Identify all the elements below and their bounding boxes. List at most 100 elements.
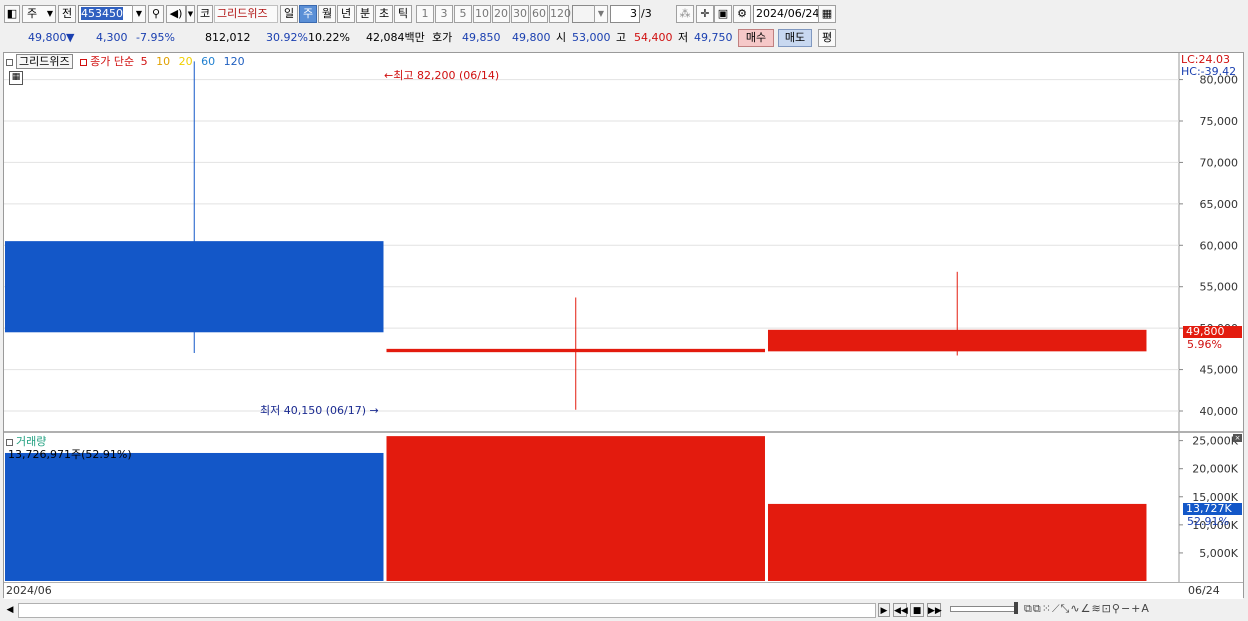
fib-tool-icon[interactable]: ≋ — [1091, 602, 1101, 615]
zoom-slider-handle[interactable] — [1014, 602, 1018, 614]
rewind-button[interactable]: ◀◀ — [893, 603, 908, 617]
period-second[interactable]: 초 — [375, 5, 393, 23]
footer-left-date: 2024/06 — [6, 584, 52, 597]
date-input[interactable]: 2024/06/24 — [753, 5, 819, 23]
open-label: 시 — [556, 31, 567, 44]
volume-tag: 13,727K — [1183, 503, 1242, 515]
overlay-icon[interactable]: ⧉ — [1033, 602, 1042, 615]
interval-60[interactable]: 60 — [530, 5, 548, 23]
candle-body — [5, 241, 384, 333]
buy-button[interactable]: 매수 — [738, 29, 774, 47]
hc-label: HC:-39.42 — [1181, 65, 1237, 78]
avg-button[interactable]: 평 — [818, 29, 836, 47]
high-label: 고 — [616, 31, 627, 44]
price-chart[interactable]: 80,00075,00070,00065,00060,00055,00050,0… — [4, 53, 1243, 431]
horizontal-scrollbar[interactable] — [18, 603, 876, 618]
volume-chart[interactable]: 25,000K20,000K15,000K10,000K5,000K — [4, 433, 1243, 582]
price-tick-label: 55,000 — [1200, 281, 1239, 294]
interval-custom-dropdown[interactable]: ▼ — [594, 5, 608, 23]
high-annotation: ←최고 82,200 (06/14) — [384, 67, 499, 83]
scroll-left-button[interactable]: ◀ — [4, 603, 16, 617]
footer-right-date: 06/24 — [1188, 584, 1220, 597]
low-note-text: 최저 40,150 (06/17) — [260, 404, 367, 417]
plus-icon[interactable]: + — [1131, 602, 1141, 615]
type-select[interactable]: 주 ▼ — [22, 5, 56, 23]
high-note-text: 최고 82,200 (06/14) — [393, 69, 500, 82]
zoom-icon[interactable]: ⚲ — [1112, 602, 1121, 615]
layout-tools: ⧉⧉⁙⟋⤡∿∠≋⊡⚲−+A — [1024, 602, 1150, 616]
interval-1[interactable]: 1 — [416, 5, 434, 23]
ma-label[interactable]: 종가 단순 — [90, 55, 134, 68]
market-label: 코 — [197, 5, 213, 23]
volume-tick-label: 5,000K — [1199, 547, 1238, 560]
price-pct-tag: 5.96% — [1187, 338, 1222, 351]
scroll-right-button[interactable]: ▶ — [878, 603, 890, 617]
quote-bid: 49,850 — [462, 31, 501, 44]
gear-icon[interactable]: ⚙ — [733, 5, 751, 23]
text-tool-icon[interactable]: A — [1141, 602, 1150, 615]
search-icon[interactable]: ⚲ — [148, 5, 164, 23]
table-icon[interactable]: ▦ — [9, 71, 23, 85]
stop-button[interactable]: ■ — [910, 603, 924, 617]
compare-icon[interactable]: ⁂ — [676, 5, 694, 23]
arrow-left-icon: ← — [384, 69, 394, 82]
period-week[interactable]: 주 — [299, 5, 317, 23]
prev-button[interactable]: 전 — [58, 5, 76, 23]
zoom-slider[interactable] — [950, 606, 1018, 612]
interval-3[interactable]: 3 — [435, 5, 453, 23]
volume-pct-tag: 52.91% — [1187, 515, 1229, 528]
save-icon[interactable]: ▣ — [714, 5, 732, 23]
angle-tool-icon[interactable]: ∠ — [1081, 602, 1092, 615]
period-year[interactable]: 년 — [337, 5, 355, 23]
page-count-input[interactable]: 3 — [610, 5, 640, 23]
interval-120[interactable]: 120 — [549, 5, 571, 23]
minus-icon[interactable]: − — [1121, 602, 1131, 615]
price-tick-label: 70,000 — [1200, 156, 1239, 169]
type-label: 주 — [27, 7, 38, 20]
period-day[interactable]: 일 — [280, 5, 298, 23]
trend-tool-icon[interactable]: ⤡ — [1061, 602, 1071, 615]
quote-turnover: 10.22% — [308, 31, 350, 44]
period-tick[interactable]: 틱 — [394, 5, 412, 23]
window-icon[interactable]: ◧ — [4, 5, 20, 23]
fast-forward-button[interactable]: ▶▶ — [927, 603, 942, 617]
price-tick-label: 45,000 — [1200, 364, 1239, 377]
period-month[interactable]: 월 — [318, 5, 336, 23]
price-tag: 49,800 — [1183, 326, 1242, 338]
candle-body — [386, 348, 765, 353]
close-pane-icon[interactable]: × — [1233, 434, 1242, 442]
price-tick-label: 75,000 — [1200, 115, 1239, 128]
interval-10[interactable]: 10 — [473, 5, 491, 23]
quote-open: 53,000 — [572, 31, 611, 44]
interval-20[interactable]: 20 — [492, 5, 510, 23]
date-axis — [4, 582, 1243, 599]
box-tool-icon[interactable]: ⊡ — [1102, 602, 1112, 615]
crosshair-icon[interactable]: ✛ — [696, 5, 714, 23]
quote-amount: 42,084백만 — [366, 31, 425, 44]
split-icon[interactable]: ⧉ — [1024, 602, 1033, 615]
interval-30[interactable]: 30 — [511, 5, 529, 23]
quote-volume: 812,012 — [205, 31, 251, 44]
ma-period-60: 60 — [201, 55, 216, 68]
period-minute[interactable]: 분 — [356, 5, 374, 23]
legend-square-icon-2 — [80, 58, 88, 66]
calendar-icon[interactable]: ▦ — [818, 5, 836, 23]
interval-5[interactable]: 5 — [454, 5, 472, 23]
line-tool-icon[interactable]: ⟋ — [1052, 602, 1061, 615]
sell-button[interactable]: 매도 — [778, 29, 812, 47]
quote-ask: 49,800 — [512, 31, 551, 44]
ma-period-20: 20 — [178, 55, 193, 68]
speaker-dropdown[interactable]: ▼ — [186, 5, 195, 23]
speaker-icon[interactable]: ◀) — [166, 5, 186, 23]
wave-tool-icon[interactable]: ∿ — [1070, 602, 1080, 615]
toolbar: ◧ 주 ▼ 전 453450 ▼ ⚲ ◀) ▼ 코 그리드위즈 일 주 월 년 분… — [0, 0, 1248, 28]
price-legend: 그리드위즈 종가 단순 5 10 20 60 120 — [6, 53, 245, 69]
grid-dots-icon[interactable]: ⁙ — [1042, 602, 1052, 615]
legend-stock-name[interactable]: 그리드위즈 — [16, 54, 73, 69]
legend-square-icon — [6, 58, 13, 66]
bid-ask-label: 호가 — [432, 31, 453, 44]
code-dropdown-button[interactable]: ▼ — [132, 5, 146, 23]
arrow-right-icon: → — [366, 404, 379, 417]
ma-period-10: 10 — [156, 55, 171, 68]
code-value: 453450 — [81, 7, 123, 20]
